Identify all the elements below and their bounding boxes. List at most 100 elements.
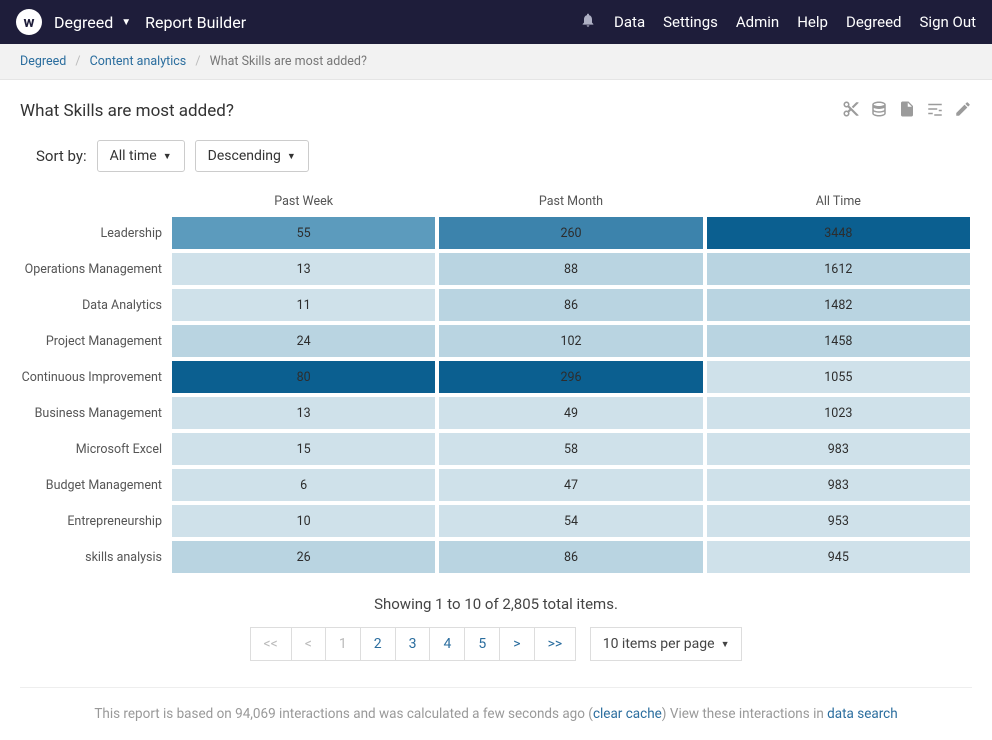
- report-footer: This report is based on 94,069 interacti…: [0, 688, 992, 738]
- nav-link-data[interactable]: Data: [614, 13, 645, 31]
- heatmap-cell[interactable]: 55: [170, 215, 437, 251]
- top-nav: w Degreed ▼ Report Builder Data Settings…: [0, 0, 992, 44]
- heatmap-cell[interactable]: 983: [705, 467, 972, 503]
- breadcrumb-sep: /: [195, 54, 200, 69]
- heatmap-cell[interactable]: 86: [437, 539, 704, 575]
- heatmap-cell[interactable]: 58: [437, 431, 704, 467]
- clear-cache-link[interactable]: clear cache: [593, 706, 662, 722]
- row-label: Leadership: [20, 215, 170, 251]
- column-header: Past Week: [170, 188, 437, 215]
- heatmap-cell[interactable]: 1458: [705, 323, 972, 359]
- footer-text-pre: This report is based on 94,069 interacti…: [94, 706, 593, 722]
- row-label: skills analysis: [20, 539, 170, 575]
- top-nav-right: Data Settings Admin Help Degreed Sign Ou…: [580, 12, 976, 32]
- caret-down-icon: ▼: [287, 151, 296, 162]
- heatmap-cell[interactable]: 1023: [705, 395, 972, 431]
- heatmap-cell[interactable]: 11: [170, 287, 437, 323]
- sort-range-value: All time: [110, 148, 157, 164]
- heatmap-cell[interactable]: 1612: [705, 251, 972, 287]
- pager-page-3[interactable]: 3: [395, 627, 431, 661]
- pager: <<<12345>>>: [250, 627, 577, 661]
- row-label: Project Management: [20, 323, 170, 359]
- sort-direction-select[interactable]: Descending ▼: [195, 140, 309, 172]
- heatmap-cell[interactable]: 945: [705, 539, 972, 575]
- nav-link-settings[interactable]: Settings: [663, 13, 718, 31]
- pager-last[interactable]: >>: [534, 627, 577, 661]
- brand-menu-caret-icon[interactable]: ▼: [121, 17, 131, 28]
- row-label: Operations Management: [20, 251, 170, 287]
- notification-bell-icon[interactable]: [580, 12, 596, 32]
- heatmap-cell[interactable]: 13: [170, 251, 437, 287]
- heatmap-cell[interactable]: 260: [437, 215, 704, 251]
- breadcrumb-root[interactable]: Degreed: [20, 54, 66, 69]
- breadcrumb-current: What Skills are most added?: [210, 54, 367, 69]
- heatmap-cell[interactable]: 102: [437, 323, 704, 359]
- caret-down-icon: ▼: [163, 151, 172, 162]
- heatmap-cell[interactable]: 15: [170, 431, 437, 467]
- page-title: What Skills are most added?: [20, 101, 234, 121]
- data-search-link[interactable]: data search: [827, 706, 898, 722]
- nav-link-signout[interactable]: Sign Out: [920, 13, 976, 31]
- sort-label: Sort by:: [36, 147, 87, 165]
- heatmap-cell[interactable]: 88: [437, 251, 704, 287]
- heatmap-cell[interactable]: 6: [170, 467, 437, 503]
- heatmap-cell[interactable]: 49: [437, 395, 704, 431]
- sort-range-select[interactable]: All time ▼: [97, 140, 185, 172]
- row-label: Continuous Improvement: [20, 359, 170, 395]
- footer-text-mid: ) View these interactions in: [662, 706, 827, 722]
- row-label: Data Analytics: [20, 287, 170, 323]
- heatmap-cell[interactable]: 54: [437, 503, 704, 539]
- heatmap-cell[interactable]: 296: [437, 359, 704, 395]
- database-icon[interactable]: [870, 100, 888, 122]
- items-per-page-value: 10 items per page: [603, 636, 715, 652]
- heatmap-cell[interactable]: 1482: [705, 287, 972, 323]
- row-label: Budget Management: [20, 467, 170, 503]
- row-label: Entrepreneurship: [20, 503, 170, 539]
- pager-prev: <: [291, 627, 326, 661]
- heatmap-cell[interactable]: 953: [705, 503, 972, 539]
- heatmap-cell[interactable]: 47: [437, 467, 704, 503]
- pager-page-2[interactable]: 2: [360, 627, 396, 661]
- brand-logo[interactable]: w: [16, 9, 42, 35]
- nav-link-degreed[interactable]: Degreed: [846, 13, 902, 31]
- heatmap-table: Past WeekPast MonthAll TimeLeadership552…: [0, 188, 992, 575]
- pager-first: <<: [250, 627, 292, 661]
- brand-name[interactable]: Degreed: [54, 13, 113, 32]
- pencil-icon[interactable]: [954, 100, 972, 122]
- app-title: Report Builder: [145, 13, 246, 32]
- heatmap-cell[interactable]: 3448: [705, 215, 972, 251]
- sort-controls: Sort by: All time ▼ Descending ▼: [0, 132, 992, 188]
- pager-next[interactable]: >: [499, 627, 534, 661]
- items-per-page-select[interactable]: 10 items per page ▼: [590, 627, 743, 661]
- breadcrumb-section[interactable]: Content analytics: [90, 54, 187, 69]
- heatmap-cell[interactable]: 13: [170, 395, 437, 431]
- breadcrumb: Degreed / Content analytics / What Skill…: [0, 44, 992, 80]
- row-label: Business Management: [20, 395, 170, 431]
- nav-link-help[interactable]: Help: [797, 13, 828, 31]
- caret-down-icon: ▼: [721, 639, 730, 650]
- heatmap-cell[interactable]: 26: [170, 539, 437, 575]
- breadcrumb-sep: /: [75, 54, 80, 69]
- heatmap-cell[interactable]: 86: [437, 287, 704, 323]
- column-header: Past Month: [437, 188, 704, 215]
- page-header: What Skills are most added?: [0, 80, 992, 132]
- scissors-icon[interactable]: [842, 100, 860, 122]
- colhead-blank: [20, 188, 170, 215]
- pagination-area: Showing 1 to 10 of 2,805 total items. <<…: [0, 575, 992, 673]
- heatmap-cell[interactable]: 983: [705, 431, 972, 467]
- pager-page-5[interactable]: 5: [464, 627, 500, 661]
- nav-link-admin[interactable]: Admin: [736, 13, 779, 31]
- heatmap-cell[interactable]: 10: [170, 503, 437, 539]
- heatmap-cell[interactable]: 80: [170, 359, 437, 395]
- page-tools: [842, 100, 972, 122]
- column-header: All Time: [705, 188, 972, 215]
- sort-direction-value: Descending: [208, 148, 281, 164]
- settings-sliders-icon[interactable]: [926, 100, 944, 122]
- pager-page-1: 1: [325, 627, 361, 661]
- row-label: Microsoft Excel: [20, 431, 170, 467]
- pager-page-4[interactable]: 4: [429, 627, 465, 661]
- heatmap-cell[interactable]: 1055: [705, 359, 972, 395]
- document-icon[interactable]: [898, 100, 916, 122]
- showing-text: Showing 1 to 10 of 2,805 total items.: [0, 595, 992, 613]
- heatmap-cell[interactable]: 24: [170, 323, 437, 359]
